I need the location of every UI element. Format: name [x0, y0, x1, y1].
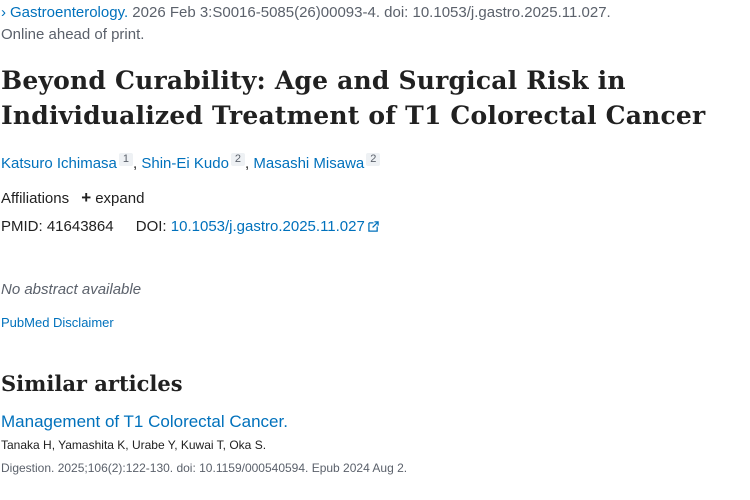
chevron-right-icon: ›: [1, 4, 6, 21]
identifiers-row: PMID: 41643864 DOI: 10.1053/j.gastro.202…: [1, 216, 750, 238]
article-title: Beyond Curability: Age and Surgical Risk…: [1, 63, 750, 133]
similar-article-title: Management of T1 Colorectal Cancer.: [1, 411, 750, 433]
affiliations-label: Affiliations: [1, 190, 70, 207]
similar-article-link[interactable]: Management of T1 Colorectal Cancer.: [1, 412, 288, 431]
no-abstract-note: No abstract available: [1, 281, 142, 298]
pmid-label: PMID:: [1, 218, 43, 235]
publication-status: Online ahead of print.: [1, 26, 145, 43]
author-list: Katsuro Ichimasa 1, Shin-Ei Kudo 2, Masash…: [1, 153, 750, 175]
author-link[interactable]: Katsuro Ichimasa: [1, 155, 117, 172]
author-link[interactable]: Masashi Misawa: [253, 155, 364, 172]
author-link[interactable]: Shin-Ei Kudo: [141, 155, 229, 172]
external-link-icon: [368, 221, 379, 232]
similar-articles-heading: Similar articles: [1, 371, 183, 396]
pmid-value: 41643864: [46, 218, 114, 235]
similar-article-citation: Digestion. 2025;106(2):122-130. doi: 10.…: [1, 461, 408, 475]
citation-block: › Gastroenterology. 2026 Feb 3:S0016-5085…: [1, 0, 750, 46]
affiliation-number[interactable]: 2: [366, 153, 381, 166]
pubmed-disclaimer-link[interactable]: PubMed Disclaimer: [1, 315, 114, 330]
doi-value: 10.1053/j.gastro.2025.11.027: [170, 218, 365, 235]
citation-details: 2026 Feb 3:S0016-5085(26)00093-4. doi: 1…: [128, 4, 611, 21]
article-page: › Gastroenterology. 2026 Feb 3:S0016-5085…: [0, 0, 750, 500]
affiliations-row: Affiliations + expand: [1, 187, 750, 210]
journal-link[interactable]: Gastroenterology.: [10, 4, 128, 21]
similar-article-authors: Tanaka H, Yamashita K, Urabe Y, Kuwai T,…: [1, 438, 267, 452]
affiliations-expand-button[interactable]: + expand: [81, 188, 145, 207]
disclaimer-row: PubMed Disclaimer: [1, 314, 750, 332]
similar-article-item: Management of T1 Colorectal Cancer. Tana…: [1, 411, 750, 477]
doi-link[interactable]: 10.1053/j.gastro.2025.11.027: [171, 218, 379, 235]
doi-label: DOI:: [135, 218, 167, 235]
affiliation-number[interactable]: 2: [230, 153, 246, 166]
plus-icon: +: [81, 188, 92, 207]
article-title-line-2: Individualized Treatment of T1 Colorecta…: [1, 101, 706, 130]
article-title-line-1: Beyond Curability: Age and Surgical Risk…: [1, 66, 626, 95]
affiliation-number[interactable]: 1: [118, 153, 134, 166]
expand-label: expand: [95, 190, 145, 207]
